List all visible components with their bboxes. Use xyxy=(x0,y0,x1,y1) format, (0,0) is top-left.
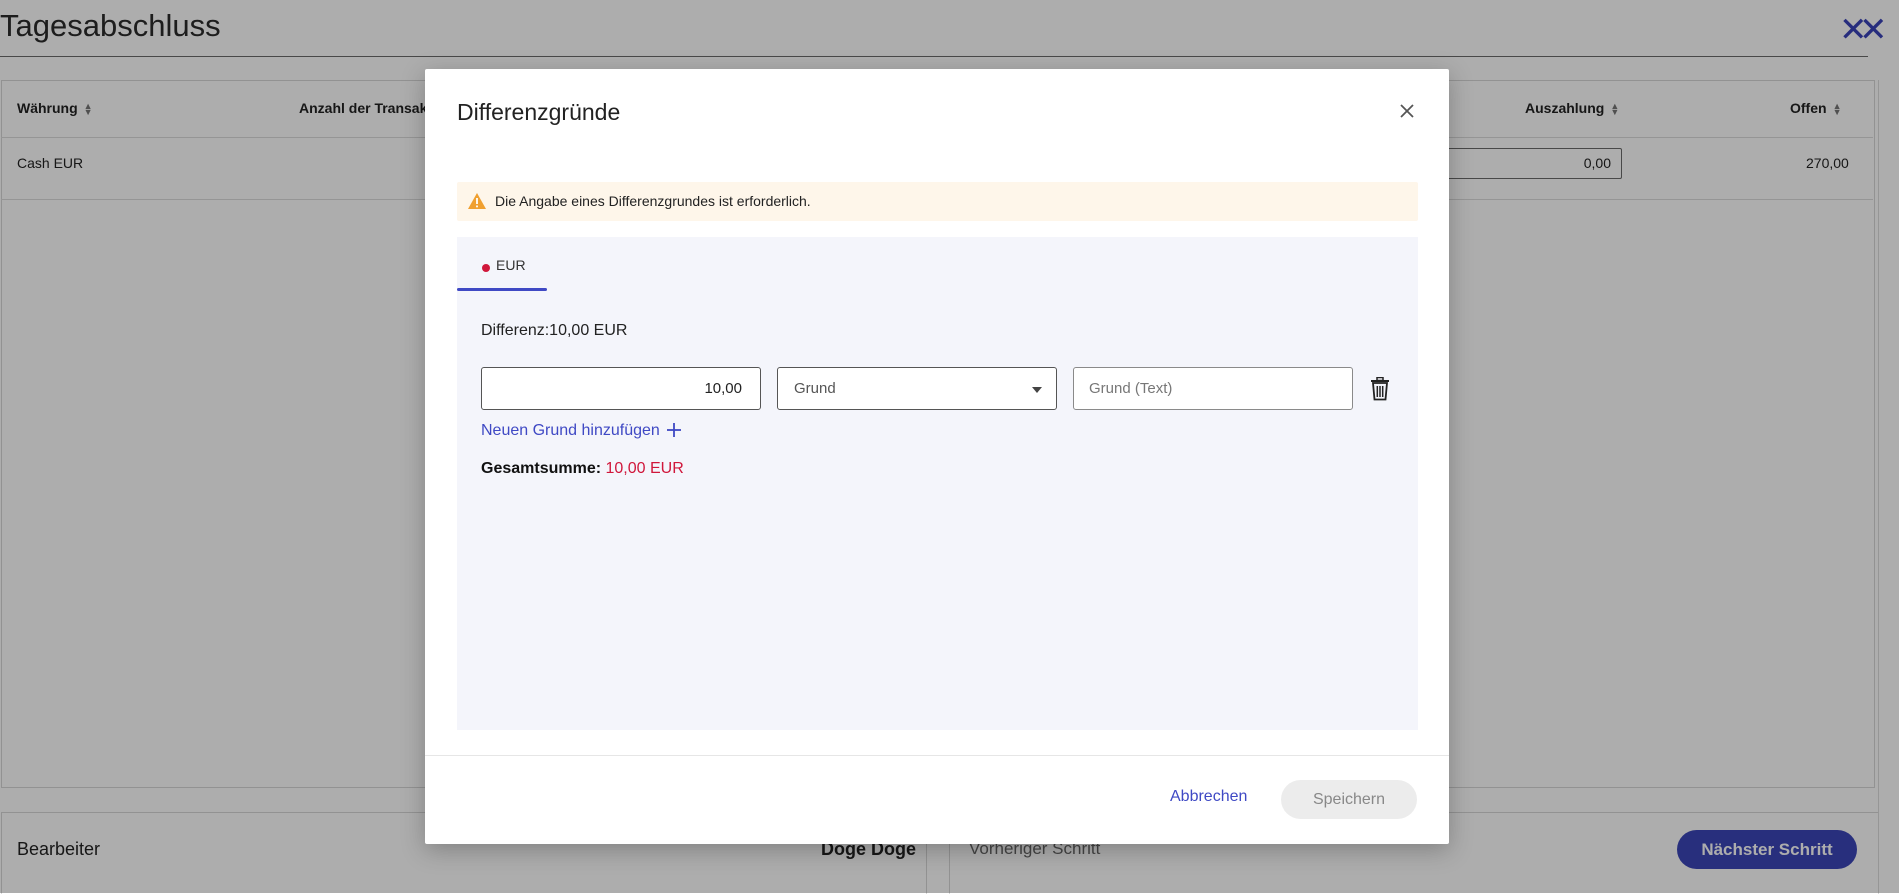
warning-banner: Die Angabe eines Differenzgrundes ist er… xyxy=(457,182,1418,221)
differenzgruende-dialog: Differenzgründe Die Angabe eines Differe… xyxy=(425,69,1449,844)
error-dot xyxy=(482,264,490,272)
difference-label: Differenz:10,00 EUR xyxy=(481,322,628,339)
total-value: 10,00 EUR xyxy=(605,460,684,477)
warning-icon xyxy=(468,193,486,209)
dialog-title: Differenzgründe xyxy=(457,99,621,125)
reason-text-input[interactable] xyxy=(1073,367,1353,410)
currency-panel: EUR Differenz:10,00 EUR 10,00 Grund Neue… xyxy=(457,237,1418,730)
total-label: Gesamtsumme: xyxy=(481,460,602,477)
footer-divider xyxy=(425,755,1449,756)
trash-icon[interactable] xyxy=(1369,377,1391,401)
tab-label: EUR xyxy=(496,257,526,273)
close-icon[interactable] xyxy=(1394,98,1420,124)
cancel-button[interactable]: Abbrechen xyxy=(1170,788,1247,806)
save-button[interactable]: Speichern xyxy=(1281,780,1417,819)
reason-select[interactable]: Grund xyxy=(777,367,1057,410)
add-reason-button[interactable]: Neuen Grund hinzufügen xyxy=(481,422,660,440)
tab-eur[interactable]: EUR xyxy=(457,237,547,291)
tab-active-indicator xyxy=(457,288,547,291)
total-line: Gesamtsumme: 10,00 EUR xyxy=(481,460,684,478)
plus-icon[interactable] xyxy=(665,421,683,439)
reason-select-value: Grund xyxy=(794,380,836,397)
chevron-down-icon xyxy=(1032,387,1042,393)
amount-input[interactable]: 10,00 xyxy=(481,367,761,410)
warning-text: Die Angabe eines Differenzgrundes ist er… xyxy=(495,193,811,209)
